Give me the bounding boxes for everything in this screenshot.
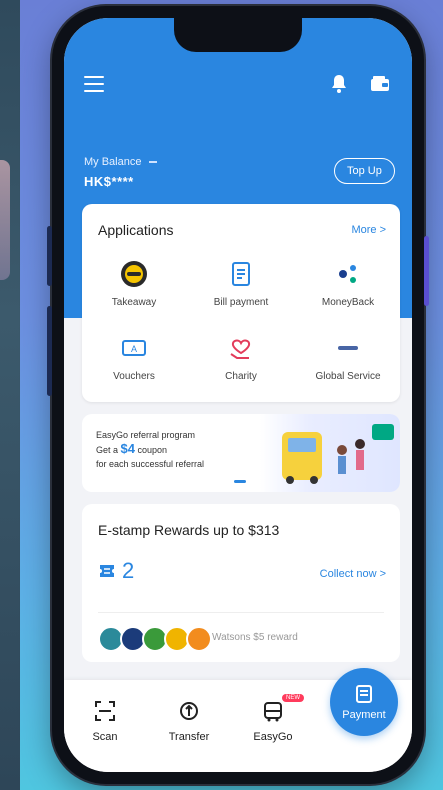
payment-button[interactable]: Payment [330,668,398,736]
app-label: Takeaway [111,297,157,308]
referral-line3: for each successful referral [96,459,205,469]
referral-prefix: Get a [96,445,119,455]
new-badge: NEW [282,694,304,702]
applications-card: Applications More > Takeaway Bill paymen… [82,204,400,402]
referral-line1: EasyGo referral program [96,430,196,440]
transfer-icon [180,702,198,720]
app-screen: My Balance HK$**** Top Up Applications M… [64,18,412,772]
scan-icon [95,701,115,721]
background-left-strip [0,0,20,790]
phone-side-button [47,306,52,396]
estamp-card: E-stamp Rewards up to $313 2 Collect now… [82,504,400,662]
referral-line2: Get a $4 coupon [96,442,204,457]
nav-easygo[interactable]: NEW EasyGo [238,694,308,743]
app-label: Vouchers [113,371,155,382]
applications-title: Applications [98,222,174,238]
nav-scan[interactable]: Scan [70,700,140,743]
phone-side-button [47,226,52,286]
app-label: Charity [225,371,257,382]
estamp-count-value: 2 [122,558,135,583]
referral-amount: $4 [120,441,135,456]
balance-label-text: My Balance [84,156,142,168]
phone-frame: My Balance HK$**** Top Up Applications M… [47,6,429,784]
reward-text: Watsons $5 reward [212,632,298,643]
top-up-button[interactable]: Top Up [334,158,395,184]
payment-icon [356,685,372,703]
nav-label: EasyGo [253,731,293,743]
more-link[interactable]: More > [351,224,386,236]
bell-icon[interactable] [330,74,348,94]
referral-illustration [260,414,400,492]
charity-icon [230,339,251,359]
carousel-indicator [234,480,246,483]
estamp-count: 2 [98,558,134,584]
background-glint [0,160,10,280]
estamp-title: E-stamp Rewards up to $313 [98,522,280,538]
app-label: Bill payment [213,297,269,308]
app-moneyback[interactable]: MoneyBack [298,260,398,308]
nav-label: Scan [92,731,118,743]
easygo-icon [264,702,282,722]
app-takeaway[interactable]: Takeaway [84,260,184,308]
partner-logos [98,626,212,652]
app-bill-payment[interactable]: Bill payment [191,260,291,308]
balance-value: HK$**** [84,174,134,189]
bill-icon [232,262,250,286]
payment-label: Payment [342,709,386,721]
collect-now-link[interactable]: Collect now > [320,568,386,580]
app-charity[interactable]: Charity [191,334,291,382]
partner-logo [186,626,212,652]
menu-icon[interactable] [84,76,104,92]
referral-text: EasyGo referral program Get a $4 coupon … [96,428,204,471]
phone-side-button [424,236,429,306]
voucher-icon: A [122,340,146,356]
balance-label[interactable]: My Balance [84,156,158,168]
svg-text:A: A [131,344,137,354]
nav-label: Transfer [168,731,210,743]
divider [98,612,384,613]
moneyback-icon [339,265,356,283]
wallet-icon[interactable] [370,76,390,92]
app-vouchers[interactable]: A Vouchers [84,334,184,382]
stamp-icon [100,565,114,577]
referral-suffix: coupon [137,445,168,455]
app-label: MoneyBack [321,297,375,308]
app-label: Global Service [315,371,381,382]
app-global-service[interactable]: Global Service [298,334,398,382]
nav-transfer[interactable]: Transfer [154,700,224,743]
referral-banner[interactable]: EasyGo referral program Get a $4 coupon … [82,414,400,492]
global-service-icon [338,346,358,350]
chevron-down-icon [149,161,158,163]
takeaway-icon [121,261,147,287]
phone-notch [174,18,302,52]
